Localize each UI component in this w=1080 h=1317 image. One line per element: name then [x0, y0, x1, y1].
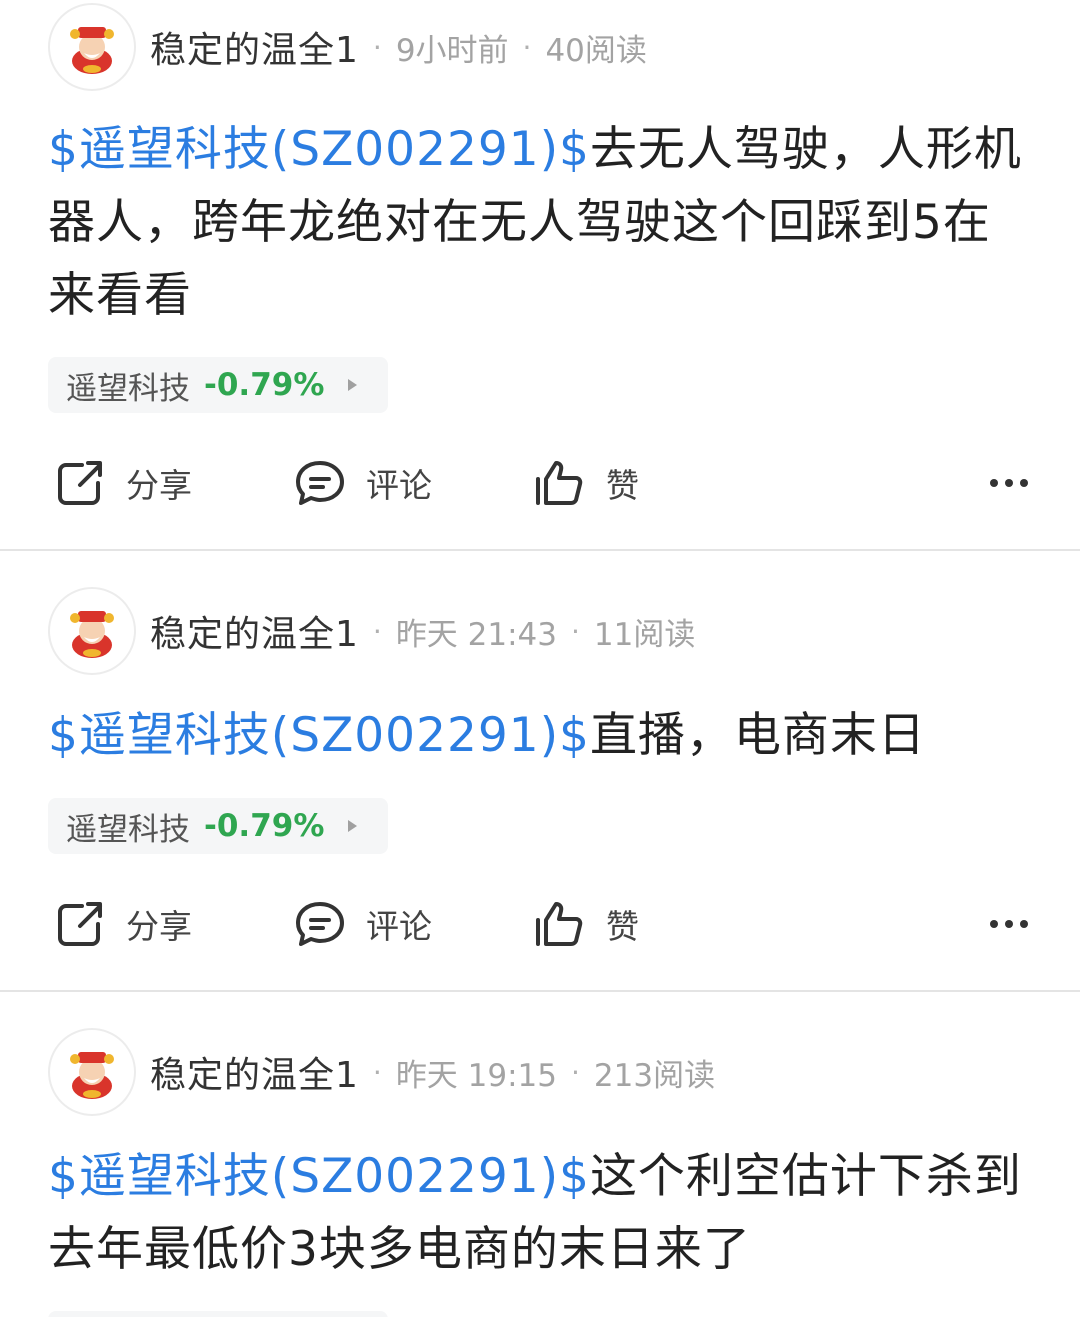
author-name[interactable]: 稳定的温全1 — [150, 605, 359, 657]
thumbs-up-icon — [536, 461, 583, 505]
more-button[interactable] — [983, 889, 1028, 959]
read-count: 40阅读 — [545, 32, 647, 69]
chevron-right-icon — [348, 820, 358, 832]
stock-chip-name: 遥望科技 — [66, 370, 190, 407]
avatar[interactable] — [48, 3, 136, 91]
meta-separator: · — [522, 30, 532, 64]
like-label: 赞 — [606, 466, 639, 505]
comment-button[interactable]: 评论 — [292, 889, 432, 959]
like-button[interactable]: 赞 — [532, 448, 639, 518]
stock-link[interactable]: $遥望科技(SZ002291)$ — [48, 1149, 590, 1204]
post-content[interactable]: $遥望科技(SZ002291)$去无人驾驶，人形机器人，跨年龙绝对在无人驾驶这个… — [48, 113, 1038, 332]
stock-chip[interactable]: 遥望科技 -0.79% — [48, 357, 388, 413]
stock-chip[interactable] — [48, 1311, 388, 1317]
comment-icon — [296, 902, 344, 946]
post-actions: 分享 评论 赞 — [0, 448, 1080, 518]
post-time: 昨天 19:15 — [395, 1057, 558, 1094]
stock-chip-change: -0.79% — [204, 367, 325, 403]
chevron-right-icon — [348, 379, 358, 391]
post-divider — [0, 990, 1080, 992]
stock-link[interactable]: $遥望科技(SZ002291)$ — [48, 708, 590, 763]
post-time: 昨天 21:43 — [395, 616, 558, 653]
post-header: 稳定的温全1 · 9小时前 · 40阅读 — [48, 2, 647, 92]
share-icon — [58, 461, 102, 505]
author-name[interactable]: 稳定的温全1 — [150, 1046, 359, 1098]
post-header: 稳定的温全1 · 昨天 19:15 · 213阅读 — [48, 1027, 715, 1117]
meta-separator: · — [372, 1055, 382, 1089]
avatar[interactable] — [48, 587, 136, 675]
meta-separator: · — [372, 614, 382, 648]
avatar[interactable] — [48, 1028, 136, 1116]
post-content[interactable]: $遥望科技(SZ002291)$直播，电商末日 — [48, 699, 1038, 772]
share-icon — [58, 902, 102, 946]
comment-label: 评论 — [366, 907, 432, 946]
comment-label: 评论 — [366, 466, 432, 505]
post-actions: 分享 评论 赞 — [0, 889, 1080, 959]
post-time: 9小时前 — [395, 32, 509, 69]
thumbs-up-icon — [536, 902, 583, 946]
more-icon — [990, 479, 998, 487]
stock-chip[interactable]: 遥望科技 -0.79% — [48, 798, 388, 854]
author-name[interactable]: 稳定的温全1 — [150, 21, 359, 73]
stock-link[interactable]: $遥望科技(SZ002291)$ — [48, 122, 590, 177]
more-icon — [990, 920, 998, 928]
meta-separator: · — [372, 30, 382, 64]
comment-icon — [296, 461, 344, 505]
like-label: 赞 — [606, 907, 639, 946]
share-label: 分享 — [126, 466, 192, 505]
more-button[interactable] — [983, 448, 1028, 518]
post-content[interactable]: $遥望科技(SZ002291)$这个利空估计下杀到去年最低价3块多电商的末日来了 — [48, 1140, 1038, 1286]
read-count: 11阅读 — [593, 616, 696, 653]
post-feed: 稳定的温全1 · 9小时前 · 40阅读 $遥望科技(SZ002291)$去无人… — [0, 0, 1080, 1317]
stock-chip-change: -0.79% — [204, 808, 325, 844]
god-of-wealth-avatar-icon — [70, 611, 114, 658]
share-button[interactable]: 分享 — [52, 889, 192, 959]
read-count: 213阅读 — [593, 1057, 716, 1094]
post-header: 稳定的温全1 · 昨天 21:43 · 11阅读 — [48, 586, 695, 676]
post-divider — [0, 549, 1080, 551]
god-of-wealth-avatar-icon — [70, 1052, 114, 1099]
god-of-wealth-avatar-icon — [70, 27, 114, 74]
share-button[interactable]: 分享 — [52, 448, 192, 518]
like-button[interactable]: 赞 — [532, 889, 639, 959]
meta-separator: · — [571, 1055, 580, 1089]
comment-button[interactable]: 评论 — [292, 448, 432, 518]
meta-separator: · — [571, 614, 580, 648]
share-label: 分享 — [126, 907, 192, 946]
stock-chip-name: 遥望科技 — [66, 811, 190, 848]
post-text: 直播，电商末日 — [589, 708, 926, 763]
